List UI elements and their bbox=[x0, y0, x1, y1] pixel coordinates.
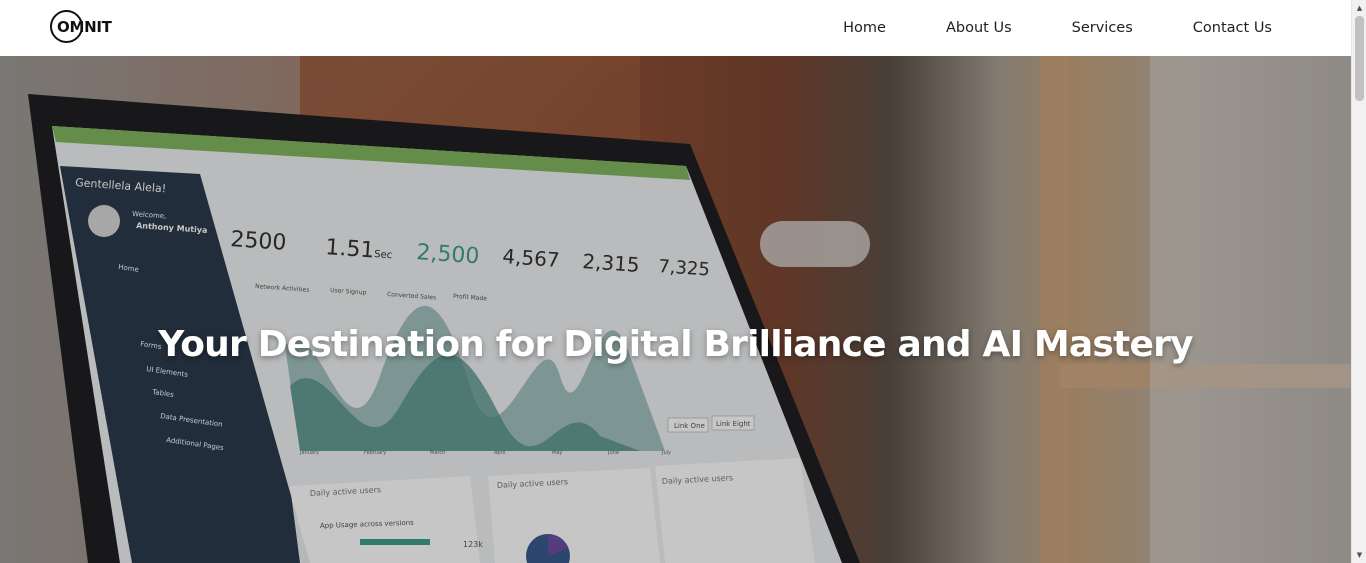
nav-contact-us[interactable]: Contact Us bbox=[1193, 20, 1272, 36]
nav-links: Home About Us Services Contact Us bbox=[843, 0, 1272, 56]
logo[interactable]: OMNIT bbox=[49, 9, 113, 47]
scroll-up-arrow-icon[interactable]: ▲ bbox=[1352, 2, 1366, 14]
logo-text: OMNIT bbox=[57, 18, 112, 36]
nav-services[interactable]: Services bbox=[1072, 20, 1133, 36]
scroll-down-arrow-icon[interactable]: ▼ bbox=[1352, 549, 1366, 561]
page-scrollbar[interactable]: ▲ ▼ bbox=[1351, 0, 1366, 563]
hero-title: Your Destination for Digital Brilliance … bbox=[158, 324, 1193, 366]
hero-overlay bbox=[0, 56, 1351, 563]
nav-about-us[interactable]: About Us bbox=[946, 20, 1012, 36]
navbar: OMNIT Home About Us Services Contact Us bbox=[0, 0, 1351, 56]
hero-section: Gentellela Alela! Welcome, Anthony Mutiy… bbox=[0, 56, 1351, 563]
scroll-thumb[interactable] bbox=[1355, 16, 1364, 101]
nav-home[interactable]: Home bbox=[843, 20, 886, 36]
